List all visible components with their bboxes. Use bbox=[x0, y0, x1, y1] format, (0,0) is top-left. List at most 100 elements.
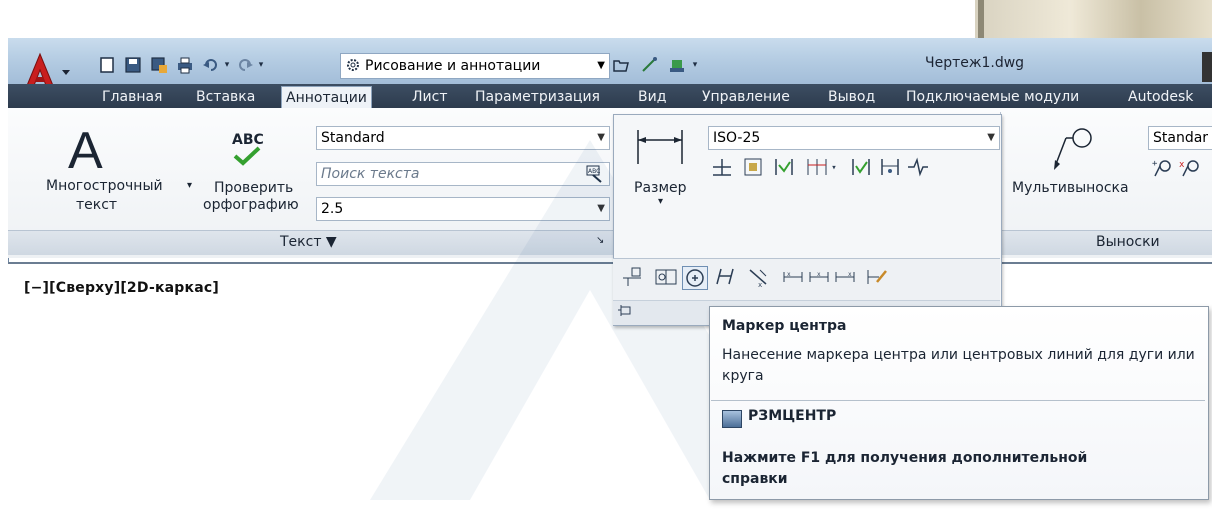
tab-plugins[interactable]: Подключаемые модули bbox=[906, 86, 1079, 108]
mtext-label-1[interactable]: Многострочный bbox=[46, 178, 163, 194]
tab-layout[interactable]: Лист bbox=[412, 86, 447, 108]
window-edge bbox=[1202, 52, 1212, 82]
dim-baseline-icon[interactable] bbox=[740, 156, 766, 180]
dim-tolerance-icon[interactable] bbox=[619, 266, 645, 290]
check-mark-icon bbox=[233, 146, 261, 166]
redo-icon[interactable] bbox=[236, 56, 254, 74]
tooltip-description: Нанесение маркера центра или центровых л… bbox=[722, 347, 1195, 384]
save-as-icon[interactable] bbox=[150, 56, 168, 74]
multileader-icon bbox=[1054, 128, 1092, 170]
dimension-button[interactable] bbox=[630, 126, 690, 166]
tab-home[interactable]: Главная bbox=[102, 86, 162, 108]
svg-text:x: x bbox=[817, 271, 821, 278]
dimension-style-value: ISO-25 bbox=[713, 130, 761, 146]
svg-text:x: x bbox=[758, 281, 762, 288]
tab-manage[interactable]: Управление bbox=[702, 86, 790, 108]
text-style-combo[interactable]: Standard ▼ bbox=[316, 126, 610, 150]
svg-text:+: + bbox=[1152, 159, 1158, 169]
svg-text:ABC: ABC bbox=[588, 168, 600, 175]
undo-dropdown-icon[interactable]: ▾ bbox=[222, 56, 232, 74]
dim-inspection-icon[interactable] bbox=[653, 266, 679, 290]
multileader-style-combo[interactable]: Standar bbox=[1148, 126, 1212, 150]
dim-continue-icon[interactable] bbox=[771, 156, 797, 180]
leaders-panel-footer[interactable]: Выноски bbox=[1000, 230, 1212, 255]
leaders-panel-title[interactable]: Выноски bbox=[1096, 234, 1160, 250]
text-search-input[interactable]: Поиск текста ABC bbox=[316, 162, 610, 186]
svg-text:x: x bbox=[1179, 160, 1185, 170]
text-style-value: Standard bbox=[321, 130, 385, 146]
spell-check-button[interactable]: ABC bbox=[222, 132, 272, 166]
workspace-gear-icon bbox=[345, 57, 361, 81]
tab-view[interactable]: Вид bbox=[638, 86, 666, 108]
letter-a-icon: A bbox=[68, 122, 103, 180]
tab-parametric[interactable]: Параметризация bbox=[475, 86, 600, 108]
redo-dropdown-icon[interactable]: ▾ bbox=[256, 56, 266, 74]
match-icon[interactable] bbox=[640, 56, 658, 74]
tab-autodesk[interactable]: Autodesk bbox=[1128, 86, 1193, 108]
text-panel-footer[interactable]: Текст ▼ ↘ bbox=[8, 230, 613, 255]
text-height-combo[interactable]: 2.5 ▼ bbox=[316, 197, 610, 221]
dim-text-center-icon[interactable]: x bbox=[806, 266, 832, 290]
multileader-label[interactable]: Мультивыноска bbox=[1012, 180, 1129, 196]
svg-text:A: A bbox=[68, 122, 103, 174]
dialog-launcher-icon[interactable]: ↘ bbox=[596, 235, 604, 246]
chevron-down-icon: ▼ bbox=[597, 60, 605, 71]
remove-leader-icon[interactable]: x bbox=[1178, 158, 1204, 182]
tab-annotate[interactable]: Аннотации bbox=[281, 86, 372, 109]
dim-inspect-icon[interactable] bbox=[877, 156, 903, 180]
spell-check-label-2[interactable]: орфографию bbox=[203, 197, 299, 213]
dimension-dropdown-icon[interactable]: ▾ bbox=[658, 196, 663, 207]
mtext-label-2[interactable]: текст bbox=[76, 197, 117, 213]
tooltip-divider bbox=[711, 400, 1205, 401]
text-height-value: 2.5 bbox=[321, 201, 344, 217]
dimension-style-combo[interactable]: ISO-25 ▼ bbox=[708, 126, 1000, 150]
dim-text-angle-icon[interactable]: x bbox=[745, 266, 771, 290]
print-icon[interactable] bbox=[176, 56, 194, 74]
dim-jogged-icon[interactable] bbox=[905, 156, 931, 180]
spell-check-label-1[interactable]: Проверить bbox=[214, 180, 293, 196]
center-mark-icon[interactable] bbox=[682, 266, 708, 290]
multileader-style-value: Standar bbox=[1153, 130, 1209, 146]
save-icon[interactable] bbox=[124, 56, 142, 74]
chevron-down-icon: ▼ bbox=[597, 132, 605, 143]
mtext-dropdown-icon[interactable]: ▾ bbox=[187, 180, 192, 191]
command-icon bbox=[722, 410, 742, 428]
desktop-wallpaper bbox=[975, 0, 1212, 38]
document-title: Чертеж1.dwg bbox=[925, 55, 1025, 71]
tab-insert[interactable]: Вставка bbox=[196, 86, 255, 108]
multileader-button[interactable] bbox=[1050, 124, 1094, 172]
svg-text:x: x bbox=[787, 271, 791, 278]
dim-break-icon[interactable] bbox=[848, 156, 874, 180]
chevron-down-icon: ▼ bbox=[597, 203, 605, 214]
workspace-label: Рисование и аннотации bbox=[365, 58, 541, 74]
tooltip-help-hint: Нажмите F1 для получения дополнительной … bbox=[722, 450, 1088, 487]
qat-customize-icon[interactable]: ▾ bbox=[690, 56, 700, 74]
new-icon[interactable] bbox=[98, 56, 116, 74]
plot-icon[interactable] bbox=[668, 56, 686, 74]
dim-quick-icon[interactable] bbox=[709, 156, 735, 180]
add-leader-icon[interactable]: + bbox=[1150, 158, 1176, 182]
undo-icon[interactable] bbox=[202, 56, 220, 74]
pin-icon[interactable] bbox=[616, 302, 634, 320]
tab-output[interactable]: Вывод bbox=[828, 86, 875, 108]
svg-text:x: x bbox=[848, 271, 852, 278]
linear-dimension-icon bbox=[637, 130, 683, 164]
dim-space-icon[interactable] bbox=[804, 156, 830, 180]
dim-space-dropdown-icon[interactable]: ▾ bbox=[828, 156, 840, 180]
dimension-label[interactable]: Размер bbox=[634, 180, 687, 196]
dim-text-right-icon[interactable]: x bbox=[832, 266, 858, 290]
viewport-controls[interactable]: [−][Сверху][2D-каркас] bbox=[24, 280, 219, 296]
find-replace-icon[interactable]: ABC bbox=[585, 165, 605, 190]
dim-oblique-icon[interactable] bbox=[712, 266, 738, 290]
tooltip-command-name: РЗМЦЕНТР bbox=[748, 408, 837, 424]
text-panel-title[interactable]: Текст ▼ bbox=[280, 234, 337, 250]
workspace-selector[interactable]: Рисование и аннотации ▼ bbox=[340, 53, 610, 79]
text-search-placeholder: Поиск текста bbox=[321, 166, 420, 182]
mtext-button[interactable]: A bbox=[60, 118, 120, 180]
tooltip-title: Маркер центра bbox=[722, 318, 847, 334]
open-icon[interactable] bbox=[612, 56, 630, 74]
desktop-frame bbox=[978, 0, 984, 38]
chevron-down-icon: ▼ bbox=[987, 132, 995, 143]
dim-text-left-icon[interactable]: x bbox=[780, 266, 806, 290]
dim-override-icon[interactable] bbox=[864, 266, 890, 290]
